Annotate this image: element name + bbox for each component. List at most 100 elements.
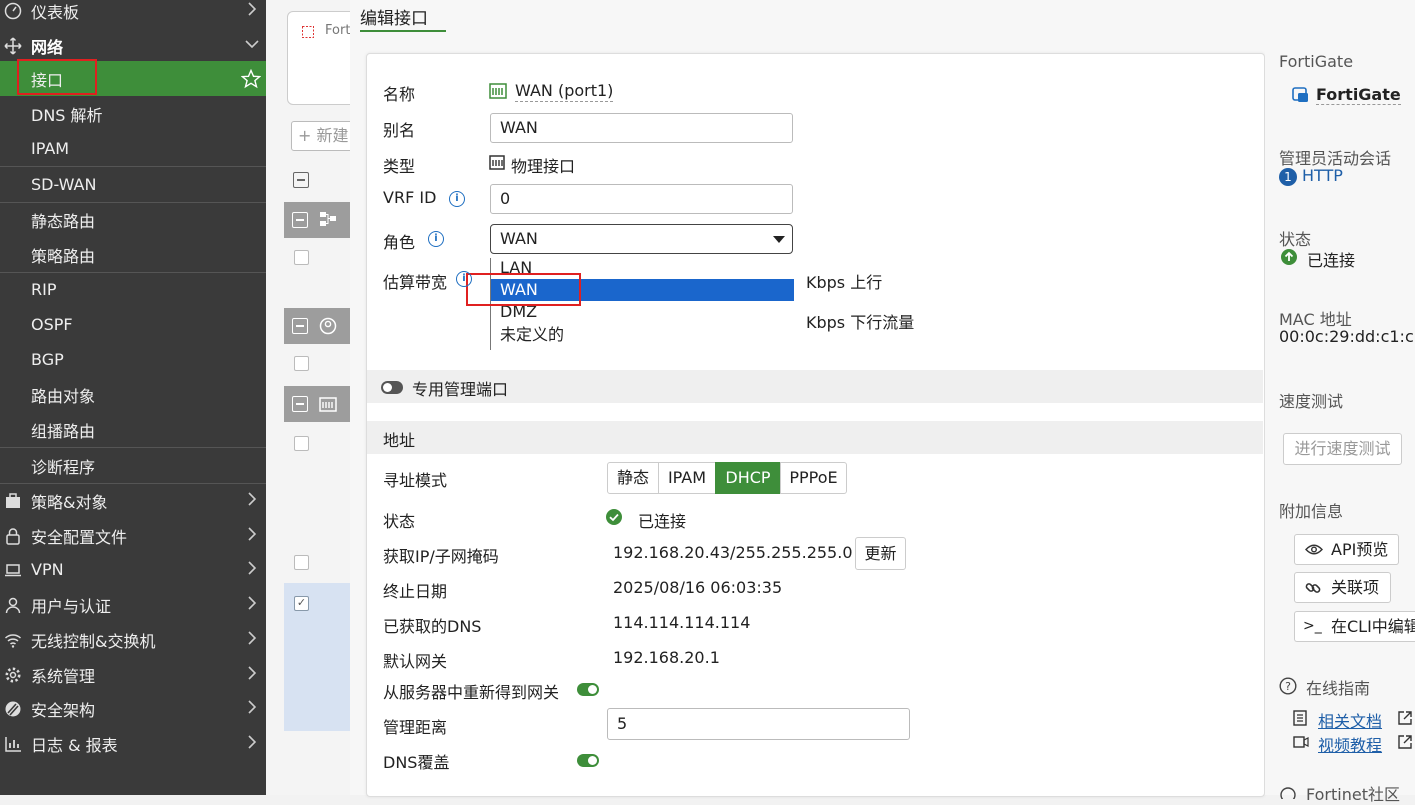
sidebar-item-label: 日志 & 报表	[31, 735, 118, 755]
sidebar-item-wifi-switch[interactable]: 无线控制&交换机	[0, 622, 266, 657]
info-icon[interactable]: i	[456, 271, 472, 287]
gateway-value: 192.168.20.1	[613, 648, 720, 667]
sidebar-item-dashboard[interactable]: 仪表板	[0, 0, 266, 28]
collapse-icon[interactable]	[292, 212, 308, 228]
collapse-all-icon[interactable]	[293, 172, 309, 188]
info-icon[interactable]: i	[449, 191, 465, 207]
sidebar-item-ipam[interactable]: IPAM	[0, 131, 266, 166]
role-select[interactable]: WAN	[490, 224, 793, 254]
regain-gateway-toggle[interactable]	[577, 683, 599, 696]
mode-dhcp[interactable]: DHCP	[715, 462, 781, 494]
user-circle-icon	[319, 317, 337, 335]
sidebar-item-policy-route[interactable]: 策略路由	[0, 237, 266, 272]
sidebar-item-network[interactable]: 网络	[0, 28, 266, 63]
sidebar-item-log-report[interactable]: 日志 & 报表	[0, 726, 266, 761]
sidebar-item-multicast[interactable]: 组播路由	[0, 412, 266, 447]
info-icon[interactable]: i	[428, 231, 444, 247]
distance-input[interactable]: 5	[607, 708, 910, 740]
annotation-box-interfaces	[17, 59, 97, 95]
dedicated-mgmt-toggle[interactable]	[381, 381, 403, 394]
row-checkbox[interactable]	[294, 356, 309, 371]
dns-override-toggle[interactable]	[577, 754, 599, 767]
sidebar-item-label: SD-WAN	[31, 175, 97, 194]
related-docs-link[interactable]: 相关文档	[1318, 708, 1382, 732]
sidebar-item-label: RIP	[31, 280, 57, 299]
bandwidth-down-unit: Kbps 下行流量	[806, 313, 915, 332]
renew-button[interactable]: 更新	[855, 537, 906, 570]
vrf-label: VRF ID	[383, 188, 437, 207]
rail-status-value: 已连接	[1307, 251, 1356, 270]
chevron-right-icon	[248, 492, 257, 506]
sidebar-item-sdwan[interactable]: SD-WAN	[0, 167, 266, 202]
sidebar-item-diagnostics[interactable]: 诊断程序	[0, 448, 266, 483]
references-button[interactable]: 关联项	[1294, 572, 1391, 603]
gear-icon	[3, 665, 23, 685]
chevron-down-icon	[245, 40, 259, 49]
alias-input[interactable]: WAN	[490, 113, 793, 143]
address-section-title: 地址	[383, 431, 416, 450]
community-icon	[1280, 787, 1296, 799]
mode-ipam[interactable]: IPAM	[658, 462, 716, 494]
mode-static[interactable]: 静态	[607, 462, 659, 494]
role-label: 角色	[383, 233, 416, 252]
eye-icon	[1305, 544, 1323, 555]
bandwidth-up-unit: Kbps 上行	[806, 273, 883, 292]
vrf-input[interactable]: 0	[490, 184, 793, 214]
speed-test-button[interactable]: 进行速度测试	[1283, 433, 1402, 465]
chevron-right-icon	[248, 596, 257, 610]
sidebar-item-security-fabric[interactable]: 安全架构	[0, 691, 266, 726]
sidebar-item-policy-objects[interactable]: 策略&对象	[0, 483, 266, 518]
sidebar-item-static-route[interactable]: 静态路由	[0, 202, 266, 237]
star-icon[interactable]	[241, 69, 261, 89]
expiry-value: 2025/08/16 06:03:35	[613, 578, 783, 597]
api-preview-button[interactable]: API预览	[1294, 534, 1399, 565]
group-header-row[interactable]	[284, 202, 352, 238]
device-name[interactable]: FortiGate	[1316, 85, 1401, 105]
role-option-undefined[interactable]: 未定义的	[491, 324, 794, 346]
row-checkbox-checked[interactable]: ✓	[294, 596, 309, 611]
gateway-label: 默认网关	[383, 652, 448, 671]
create-new-button[interactable]: + 新建	[291, 121, 355, 151]
check-circle-icon	[606, 509, 622, 525]
row-checkbox[interactable]	[294, 555, 309, 570]
collapse-icon[interactable]	[292, 396, 308, 412]
type-value: 物理接口	[511, 157, 576, 176]
sidebar-item-user-auth[interactable]: 用户与认证	[0, 587, 266, 622]
collapse-icon[interactable]	[292, 318, 308, 334]
sidebar-item-vpn[interactable]: VPN	[0, 552, 266, 587]
chevron-right-icon	[248, 561, 257, 575]
expiry-label: 终止日期	[383, 582, 448, 601]
sidebar-item-bgp[interactable]: BGP	[0, 342, 266, 377]
fortinet-logo-icon	[302, 26, 314, 38]
group-header-row[interactable]	[284, 308, 352, 344]
sidebar-item-ospf[interactable]: OSPF	[0, 307, 266, 342]
type-label: 类型	[383, 157, 416, 176]
svg-text:?: ?	[1285, 680, 1291, 693]
sidebar-item-label: 路由对象	[31, 386, 96, 406]
sidebar-item-label: 仪表板	[31, 2, 80, 22]
sidebar-item-label: 用户与认证	[31, 596, 112, 616]
fortigate-device-icon	[1292, 87, 1308, 102]
row-checkbox[interactable]	[294, 436, 309, 451]
sidebar-item-dns[interactable]: DNS 解析	[0, 96, 266, 131]
device-card[interactable]: Forti	[287, 11, 359, 105]
session-http-link[interactable]: HTTP	[1302, 166, 1343, 185]
sidebar: 仪表板 网络 接口 DNS 解析 IPAM SD-WAN 静态路由 策略路由 R…	[0, 0, 266, 795]
sidebar-item-label: 系统管理	[31, 666, 96, 686]
sidebar-item-system[interactable]: 系统管理	[0, 657, 266, 692]
sidebar-item-rip[interactable]: RIP	[0, 272, 266, 307]
group-header-row[interactable]	[284, 386, 352, 422]
external-link-icon[interactable]	[1397, 734, 1413, 750]
selected-row[interactable]: ✓	[284, 583, 352, 731]
fabric-icon	[3, 699, 23, 719]
sidebar-item-security-profiles[interactable]: 安全配置文件	[0, 518, 266, 553]
external-link-icon[interactable]	[1397, 710, 1413, 726]
references-label: 关联项	[1331, 578, 1380, 597]
row-checkbox[interactable]	[294, 250, 309, 265]
chart-icon	[3, 734, 23, 754]
video-tutorial-link[interactable]: 视频教程	[1318, 732, 1382, 756]
edit-in-cli-button[interactable]: >_ 在CLI中编辑	[1294, 611, 1415, 642]
sidebar-item-route-objects[interactable]: 路由对象	[0, 377, 266, 412]
mode-pppoe[interactable]: PPPoE	[780, 462, 847, 494]
laptop-icon	[3, 560, 23, 580]
